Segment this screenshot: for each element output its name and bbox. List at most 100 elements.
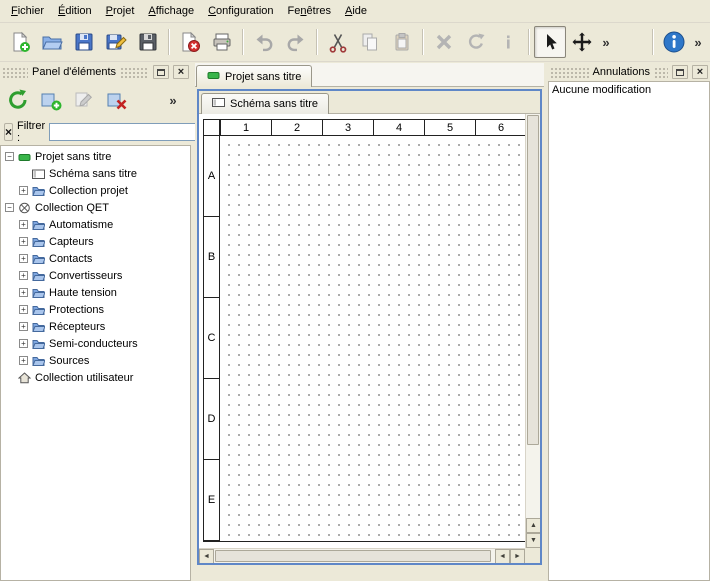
cut-button[interactable] [322,26,354,58]
tree-item[interactable]: + Collection projet [1,182,190,199]
tree-item[interactable]: + Récepteurs [1,318,190,335]
filter-input[interactable] [49,123,199,141]
toolbar-overflow-button[interactable]: » [690,26,706,58]
scroll-left-button[interactable]: ◄ [199,549,214,563]
elements-panel: Panel d'éléments × » [0,63,191,581]
tree-item[interactable]: + Automatisme [1,216,190,233]
menu-aide[interactable]: Aide [338,1,374,21]
tree-item[interactable]: Collection utilisateur [1,369,190,386]
tree-expander[interactable]: + [19,322,28,331]
tree-label: Convertisseurs [49,270,122,282]
main-area: Panel d'éléments × » [0,63,710,581]
pan-mode-button[interactable] [566,26,598,58]
paste-button[interactable] [386,26,418,58]
edit-element-button[interactable] [69,85,99,115]
tree-expander[interactable]: + [19,186,28,195]
close-file-button[interactable] [174,26,206,58]
column-header: 4 [373,120,424,136]
diagram-tabbar: Schéma sans titre [199,91,540,114]
toolbar-separator [652,29,654,55]
menu-fichier[interactable]: Fichier [4,1,51,21]
tree-expander[interactable]: + [19,237,28,246]
scrollbar-thumb[interactable] [527,115,539,445]
scroll-left-button[interactable]: ◄ [495,549,510,563]
tree-item[interactable]: − Projet sans titre [1,148,190,165]
tree-label: Capteurs [49,236,94,248]
diagram-tab[interactable]: Schéma sans titre [201,93,329,114]
project-tab-label: Projet sans titre [225,71,301,83]
dock-grip-handle[interactable] [550,67,589,78]
select-mode-icon [539,31,561,53]
tree-item[interactable]: + Convertisseurs [1,267,190,284]
close-icon: × [697,67,703,77]
delete-element-button[interactable] [102,85,132,115]
panel-toolbar-overflow-button[interactable]: » [158,85,188,115]
tree-item[interactable]: + Haute tension [1,284,190,301]
tree-expander[interactable]: + [19,254,28,263]
save-all-button[interactable] [132,26,164,58]
toolbar-overflow-button[interactable]: » [598,26,614,58]
project-tab[interactable]: Projet sans titre [196,65,312,87]
dock-grip-handle[interactable] [2,67,28,78]
menu-édition[interactable]: Édition [51,1,99,21]
close-icon: × [178,67,184,77]
copy-button[interactable] [354,26,386,58]
tree-label: Projet sans titre [35,151,111,163]
tree-item[interactable]: + Semi-conducteurs [1,335,190,352]
tree-item[interactable]: − Collection QET [1,199,190,216]
tree-expander[interactable]: − [5,203,14,212]
info-button[interactable] [492,26,524,58]
undo-button[interactable] [248,26,280,58]
undo-panel: Annulations × Aucune modification [548,63,710,581]
rotate-button[interactable] [460,26,492,58]
menu-affichage[interactable]: Affichage [141,1,201,21]
scroll-up-button[interactable]: ▲ [526,518,540,533]
tree-item[interactable]: + Contacts [1,250,190,267]
scrollbar-thumb[interactable] [215,550,491,562]
tree-expander[interactable]: + [19,271,28,280]
delete-button[interactable] [428,26,460,58]
save-button[interactable] [68,26,100,58]
redo-button[interactable] [280,26,312,58]
tree-item[interactable]: + Protections [1,301,190,318]
undo-history-list[interactable]: Aucune modification [548,81,710,581]
select-mode-button[interactable] [534,26,566,58]
tree-expander[interactable]: + [19,288,28,297]
tree-item[interactable]: Schéma sans titre [1,165,190,182]
clear-filter-button[interactable]: × [4,123,13,141]
tree-expander[interactable]: − [5,152,14,161]
float-panel-button[interactable] [153,65,169,79]
horizontal-scrollbar[interactable]: ◄ ◄ ► [199,548,525,563]
menu-fenêtres[interactable]: Fenêtres [281,1,338,21]
elements-tree[interactable]: − Projet sans titre Schéma sans titre + … [0,145,191,581]
tree-item[interactable]: + Sources [1,352,190,369]
new-document-button[interactable] [4,26,36,58]
open-project-button[interactable] [36,26,68,58]
scroll-down-button[interactable]: ▼ [526,533,540,548]
save-as-button[interactable] [100,26,132,58]
close-panel-button[interactable]: × [173,65,189,79]
about-button[interactable] [658,26,690,58]
tree-label: Protections [49,304,104,316]
menu-configuration[interactable]: Configuration [201,1,280,21]
new-element-icon [39,88,63,112]
close-panel-button[interactable]: × [692,65,708,79]
dock-grip-handle[interactable] [120,67,149,78]
scroll-right-button[interactable]: ► [510,549,525,563]
tree-expander[interactable]: + [19,339,28,348]
print-button[interactable] [206,26,238,58]
diagram-canvas[interactable] [220,136,526,541]
menu-projet[interactable]: Projet [99,1,142,21]
new-element-button[interactable] [36,85,66,115]
tree-expander[interactable]: + [19,356,28,365]
float-panel-button[interactable] [672,65,688,79]
vertical-scrollbar[interactable]: ▲ ▼ [525,114,540,548]
reload-collections-button[interactable] [3,85,33,115]
float-icon [676,69,684,76]
tree-expander[interactable]: + [19,220,28,229]
row-header: B [204,217,220,298]
folder-icon [32,219,45,231]
tree-item[interactable]: + Capteurs [1,233,190,250]
dock-grip-handle[interactable] [654,67,668,78]
tree-expander[interactable]: + [19,305,28,314]
